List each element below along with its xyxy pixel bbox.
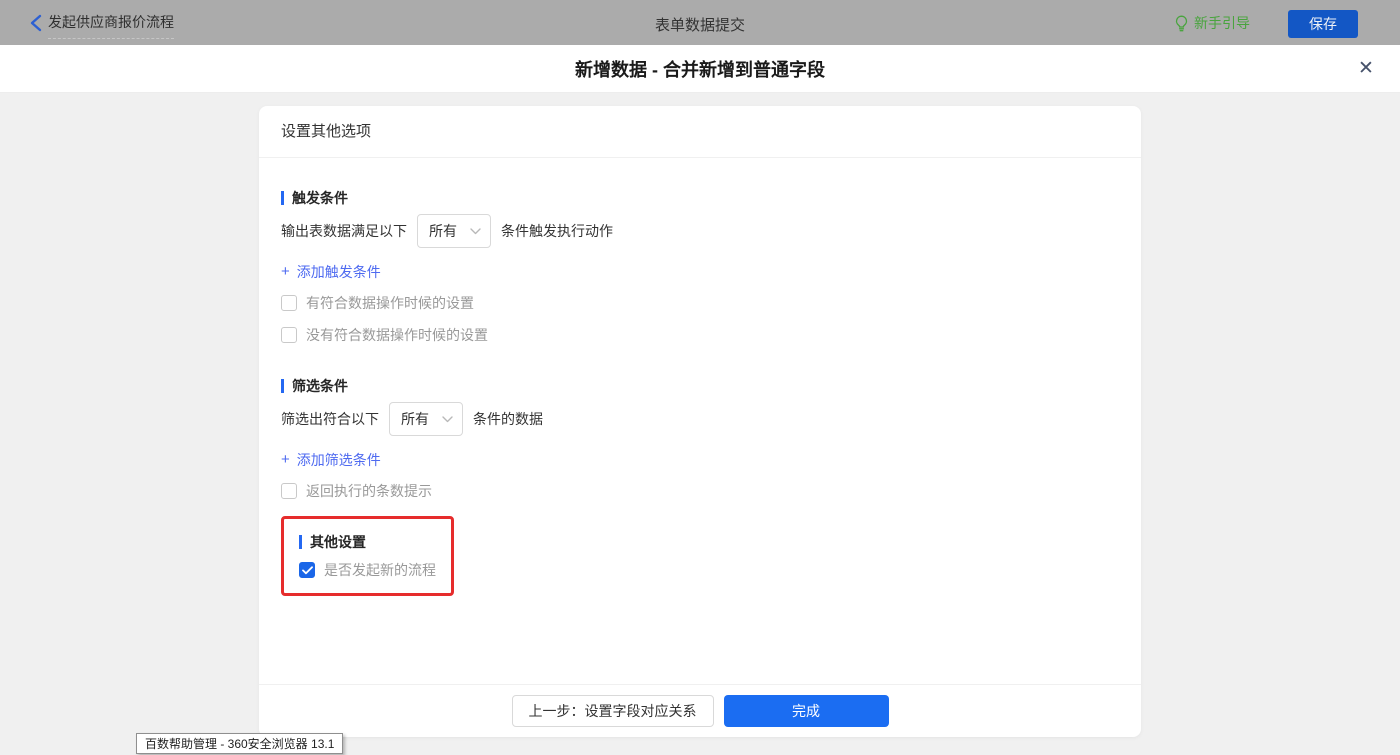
filter-condition-row: 筛选出符合以下 所有 条件的数据 <box>281 402 1119 436</box>
close-button[interactable]: ✕ <box>1356 59 1376 79</box>
select-value: 所有 <box>401 411 429 427</box>
section-title-label: 其他设置 <box>310 534 366 550</box>
prev-step-button[interactable]: 上一步：设置字段对应关系 <box>511 695 714 727</box>
browser-status-tooltip: 百数帮助管理 - 360安全浏览器 13.1 <box>136 733 344 754</box>
red-annotation-box: 其他设置 是否发起新的流程 <box>281 516 454 596</box>
filter-row-prefix: 筛选出符合以下 <box>281 411 379 427</box>
screen: 发起供应商报价流程 表单数据提交 新手引导 保存 新增数据 - 合并新增到普通字… <box>0 0 1400 755</box>
add-filter-condition-link[interactable]: + 添加筛选条件 <box>281 450 381 470</box>
checkbox-label: 是否发起新的流程 <box>324 562 436 578</box>
start-new-flow-checkbox-row[interactable]: 是否发起新的流程 <box>299 561 436 579</box>
filter-row-suffix: 条件的数据 <box>473 411 543 427</box>
trigger-row-prefix: 输出表数据满足以下 <box>281 223 407 239</box>
beginner-guide-label: 新手引导 <box>1194 15 1250 31</box>
options-panel: 设置其他选项 触发条件 输出表数据满足以下 所有 条件触发执行动作 + 添加触发… <box>259 106 1141 737</box>
filter-match-select[interactable]: 所有 <box>389 402 463 436</box>
checkbox-unchecked <box>281 327 297 343</box>
checkbox-unchecked <box>281 483 297 499</box>
has-matching-data-checkbox-row[interactable]: 有符合数据操作时候的设置 <box>281 294 474 312</box>
done-button[interactable]: 完成 <box>723 695 889 727</box>
trigger-condition-row: 输出表数据满足以下 所有 条件触发执行动作 <box>281 214 1119 248</box>
lightbulb-icon <box>1174 15 1189 32</box>
app-header: 发起供应商报价流程 表单数据提交 新手引导 保存 <box>0 0 1400 45</box>
section-title-label: 筛选条件 <box>292 378 348 394</box>
checkbox-label: 没有符合数据操作时候的设置 <box>306 327 488 343</box>
trigger-row-suffix: 条件触发执行动作 <box>501 223 613 239</box>
select-value: 所有 <box>429 223 457 239</box>
checkbox-unchecked <box>281 295 297 311</box>
checkbox-checked <box>299 562 315 578</box>
other-section-title: 其他设置 <box>299 532 436 552</box>
add-trigger-condition-link[interactable]: + 添加触发条件 <box>281 262 381 282</box>
chevron-down-icon <box>470 227 481 235</box>
section-marker <box>299 535 302 549</box>
panel-footer: 上一步：设置字段对应关系 完成 <box>259 684 1141 737</box>
checkbox-label: 有符合数据操作时候的设置 <box>306 295 474 311</box>
modal-title: 新增数据 - 合并新增到普通字段 <box>575 59 825 80</box>
chevron-down-icon <box>442 415 453 423</box>
save-button[interactable]: 保存 <box>1288 10 1358 38</box>
beginner-guide-button[interactable]: 新手引导 <box>1174 13 1250 33</box>
plus-icon: + <box>281 263 290 280</box>
return-count-checkbox-row[interactable]: 返回执行的条数提示 <box>281 482 432 500</box>
section-marker <box>281 379 284 393</box>
panel-body: 触发条件 输出表数据满足以下 所有 条件触发执行动作 + 添加触发条件 有符合数… <box>259 158 1141 684</box>
panel-header: 设置其他选项 <box>259 106 1141 158</box>
add-link-label: 添加筛选条件 <box>296 452 381 468</box>
trigger-match-select[interactable]: 所有 <box>417 214 491 248</box>
modal-titlebar: 新增数据 - 合并新增到普通字段 ✕ <box>0 45 1400 93</box>
plus-icon: + <box>281 451 290 468</box>
trigger-section-title: 触发条件 <box>281 188 1119 208</box>
section-title-label: 触发条件 <box>292 190 348 206</box>
checkbox-label: 返回执行的条数提示 <box>306 483 432 499</box>
section-marker <box>281 191 284 205</box>
close-icon: ✕ <box>1358 58 1374 79</box>
filter-section-title: 筛选条件 <box>281 376 1119 396</box>
add-link-label: 添加触发条件 <box>296 264 381 280</box>
no-matching-data-checkbox-row[interactable]: 没有符合数据操作时候的设置 <box>281 326 488 344</box>
